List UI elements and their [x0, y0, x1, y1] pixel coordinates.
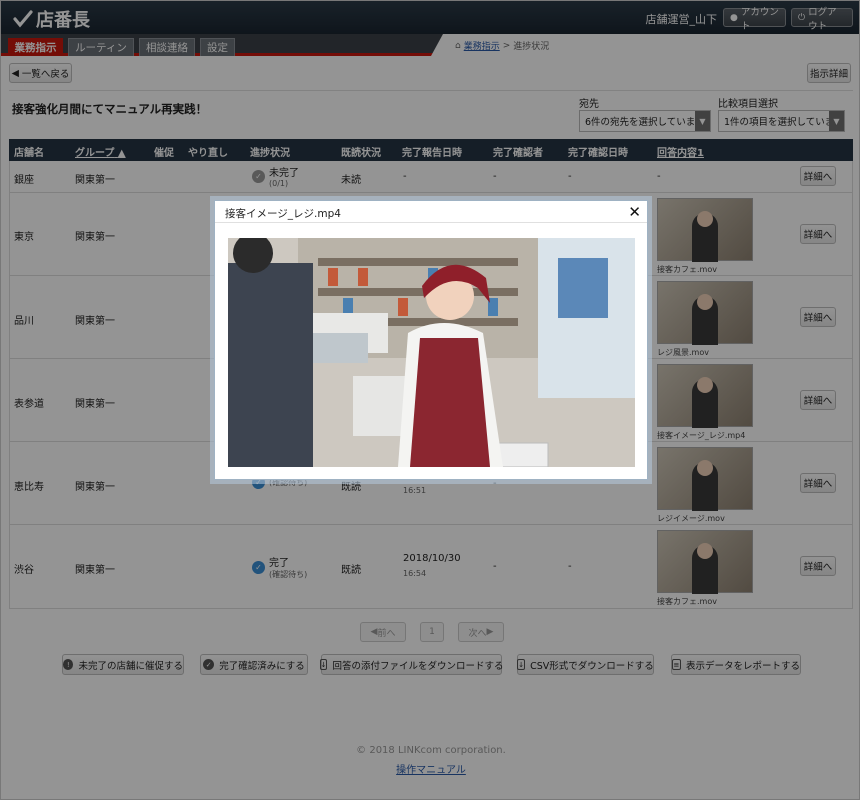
video-modal: 接客イメージ_レジ.mp4 ✕ — [214, 200, 648, 480]
modal-title: 接客イメージ_レジ.mp4 — [225, 208, 341, 220]
modal-header: 接客イメージ_レジ.mp4 ✕ — [215, 201, 647, 223]
video-player[interactable] — [228, 238, 635, 467]
close-icon[interactable]: ✕ — [628, 203, 641, 221]
video-frame — [228, 238, 635, 467]
